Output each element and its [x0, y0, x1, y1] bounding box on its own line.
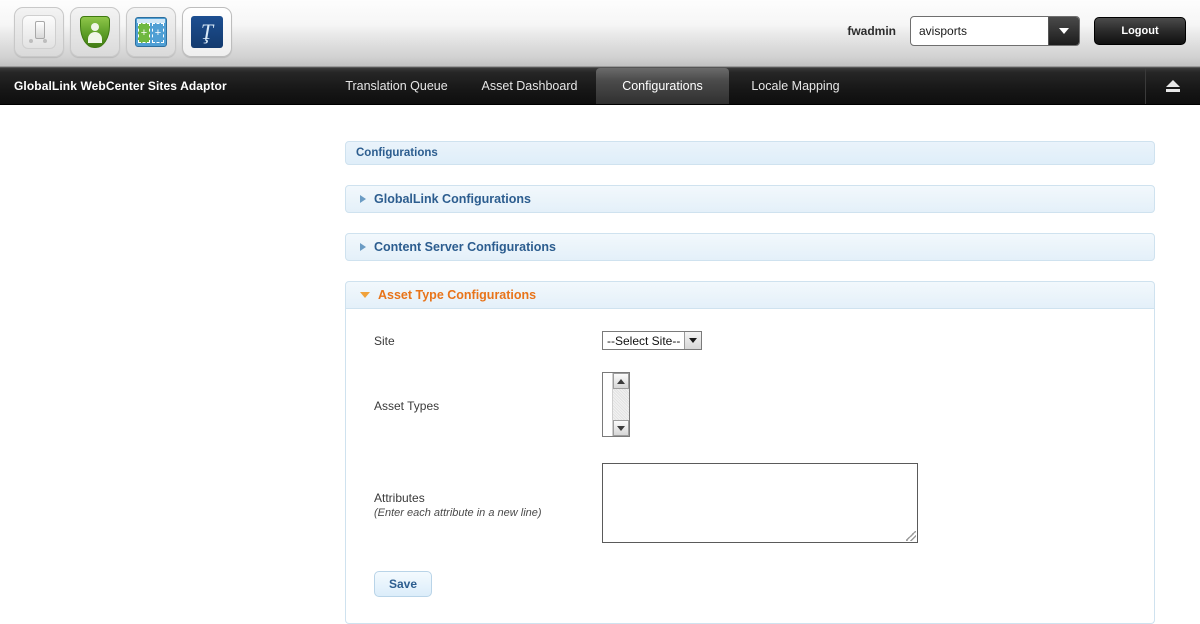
section-asset-type-configurations: Asset Type Configurations Site --Select …: [345, 281, 1155, 624]
tab-translation-queue[interactable]: Translation Queue: [330, 68, 463, 104]
shield-user-icon[interactable]: [70, 7, 120, 57]
section-header-asset-type[interactable]: Asset Type Configurations: [345, 281, 1155, 309]
logout-button[interactable]: Logout: [1094, 17, 1186, 45]
main-navbar: GlobalLink WebCenter Sites Adaptor Trans…: [0, 67, 1200, 105]
shield-glyph: [80, 16, 110, 48]
form-row-site: Site --Select Site--: [346, 331, 1154, 350]
chevron-down-icon: [360, 292, 370, 298]
tab-configurations[interactable]: Configurations: [596, 68, 729, 104]
site-label: Site: [374, 334, 395, 348]
site-select[interactable]: --Select Site--: [602, 331, 703, 350]
chevron-down-icon[interactable]: [1048, 17, 1079, 45]
section-title-asset-type: Asset Type Configurations: [378, 288, 537, 302]
eject-icon[interactable]: [1145, 68, 1200, 104]
site-switcher-select[interactable]: avisports: [910, 16, 1080, 46]
section-title-globallink: GlobalLink Configurations: [374, 192, 531, 206]
section-title-content-server: Content Server Configurations: [374, 240, 556, 254]
attributes-textarea[interactable]: [602, 463, 918, 543]
form-actions: Save: [346, 571, 1154, 597]
asset-type-form: Site --Select Site-- Asset Types Attribu…: [345, 309, 1155, 624]
username-label: fwadmin: [847, 24, 896, 38]
asset-types-label: Asset Types: [374, 399, 440, 413]
site-switcher-value: avisports: [919, 24, 968, 38]
section-header-globallink[interactable]: GlobalLink Configurations: [345, 185, 1155, 213]
panes-add-icon[interactable]: + +: [126, 7, 176, 57]
top-toolbar: + + Ţ fwadmin avisports Logout: [0, 0, 1200, 67]
panes-glyph: + +: [135, 17, 167, 47]
save-button[interactable]: Save: [374, 571, 432, 597]
page-content: Configurations GlobalLink Configurations…: [0, 105, 1200, 624]
resize-grip-icon[interactable]: [906, 531, 916, 541]
attributes-label: Attributes (Enter each attribute in a ne…: [374, 488, 602, 519]
app-icon-group: + + Ţ: [14, 7, 232, 57]
attributes-hint: (Enter each attribute in a new line): [374, 506, 542, 519]
site-select-value: --Select Site--: [607, 333, 681, 348]
chevron-right-icon: [360, 243, 366, 251]
attributes-label-text: Attributes: [374, 490, 425, 505]
scroll-up-icon[interactable]: [613, 373, 629, 389]
section-globallink-configurations: GlobalLink Configurations: [345, 185, 1155, 213]
page-title: Configurations: [345, 141, 1155, 165]
document-icon[interactable]: [14, 7, 64, 57]
form-row-asset-types: Asset Types: [346, 372, 1154, 437]
tab-locale-mapping[interactable]: Locale Mapping: [729, 68, 862, 104]
toolbar-right-group: fwadmin avisports Logout: [847, 16, 1186, 46]
eject-glyph: [1165, 80, 1181, 92]
chevron-right-icon: [360, 195, 366, 203]
nav-tab-list: Translation Queue Asset Dashboard Config…: [330, 68, 1145, 104]
section-header-content-server[interactable]: Content Server Configurations: [345, 233, 1155, 261]
configurations-panel-column: Configurations GlobalLink Configurations…: [345, 141, 1155, 624]
asset-types-listbox[interactable]: [602, 372, 630, 437]
scroll-down-icon[interactable]: [613, 420, 629, 436]
chevron-down-icon[interactable]: [684, 332, 702, 349]
document-glyph: [22, 15, 56, 49]
app-title: GlobalLink WebCenter Sites Adaptor: [14, 79, 227, 93]
globallink-brand-icon[interactable]: Ţ: [182, 7, 232, 57]
form-row-attributes: Attributes (Enter each attribute in a ne…: [346, 463, 1154, 543]
globallink-glyph: Ţ: [191, 16, 223, 48]
tab-asset-dashboard[interactable]: Asset Dashboard: [463, 68, 596, 104]
section-content-server-configurations: Content Server Configurations: [345, 233, 1155, 261]
asset-types-scrollbar[interactable]: [612, 373, 629, 436]
